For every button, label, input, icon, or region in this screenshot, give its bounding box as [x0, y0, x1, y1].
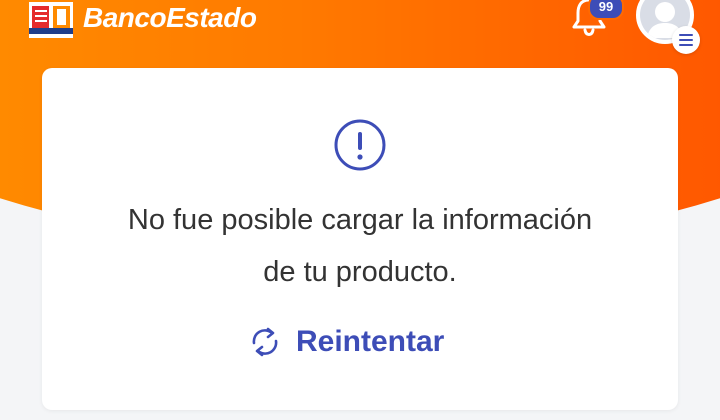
- error-message-line-1: No fue posible cargar la información: [127, 204, 593, 236]
- app-screen: BancoEstado 99 No fue posible cargar la …: [0, 0, 720, 420]
- brand-logo-link[interactable]: BancoEstado: [27, 0, 257, 44]
- menu-button[interactable]: [672, 26, 700, 54]
- notifications-button[interactable]: 99: [566, 0, 624, 40]
- error-message: No fue posible cargar la información de …: [42, 194, 678, 298]
- error-message-line-2: de tu producto.: [263, 256, 457, 288]
- retry-button[interactable]: Reintentar: [248, 320, 444, 364]
- exclamation-circle-icon: [334, 119, 386, 171]
- hamburger-menu-icon: [679, 34, 693, 46]
- notification-count-badge: 99: [588, 0, 624, 20]
- profile-button[interactable]: [636, 0, 700, 54]
- retry-label: Reintentar: [296, 325, 445, 358]
- brand-name: BancoEstado: [83, 2, 257, 33]
- refresh-icon: [252, 327, 278, 357]
- error-card: No fue posible cargar la información de …: [42, 68, 678, 410]
- bancoestado-logo-icon: [29, 2, 73, 38]
